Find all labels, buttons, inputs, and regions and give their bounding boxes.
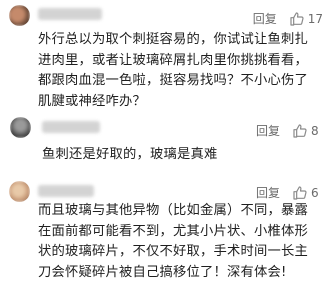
- comment-item: 回复 6 而且玻璃与其他异物（比如金属）不同，暴露在面前都可能看不到，尤其小片状…: [0, 173, 327, 281]
- comment-actions: 回复 8: [256, 122, 323, 139]
- like-count: 6: [311, 185, 319, 200]
- comment-item: 回复 8 鱼刺还是好取的，玻璃是真难: [0, 113, 327, 168]
- like-count: 8: [311, 123, 319, 138]
- comment-text: 外行总以为取个刺挺容易的，你试试让鱼刺扎进肉里，或者让玻璃碎屑扎肉里你挑挑看看，…: [38, 32, 308, 109]
- username-blurred[interactable]: [38, 185, 94, 197]
- like-button[interactable]: 8: [292, 123, 323, 139]
- comment-text: 鱼刺还是好取的，玻璃是真难: [42, 147, 218, 162]
- comment-actions: 回复 17: [253, 10, 323, 27]
- avatar[interactable]: [9, 181, 30, 202]
- avatar[interactable]: [10, 117, 31, 138]
- like-count: 17: [307, 11, 323, 26]
- reply-button[interactable]: 回复: [256, 122, 280, 139]
- like-button[interactable]: 6: [292, 185, 323, 201]
- thumbs-up-icon: [293, 185, 307, 200]
- reply-button[interactable]: 回复: [253, 10, 277, 27]
- avatar[interactable]: [9, 5, 30, 26]
- username-blurred[interactable]: [38, 8, 102, 20]
- comment-text: 而且玻璃与其他异物（比如金属）不同，暴露在面前都可能看不到，尤其小片状、小椎体形…: [38, 203, 308, 280]
- thumbs-up-icon: [293, 123, 307, 138]
- comment-actions: 回复 6: [256, 184, 323, 201]
- like-button[interactable]: 17: [289, 11, 323, 27]
- username-blurred[interactable]: [42, 121, 100, 133]
- thumbs-up-icon: [290, 11, 304, 26]
- reply-button[interactable]: 回复: [256, 184, 280, 201]
- comment-item: 回复 17 外行总以为取个刺挺容易的，你试试让鱼刺扎进肉里，或者让玻璃碎屑扎肉里…: [0, 0, 327, 120]
